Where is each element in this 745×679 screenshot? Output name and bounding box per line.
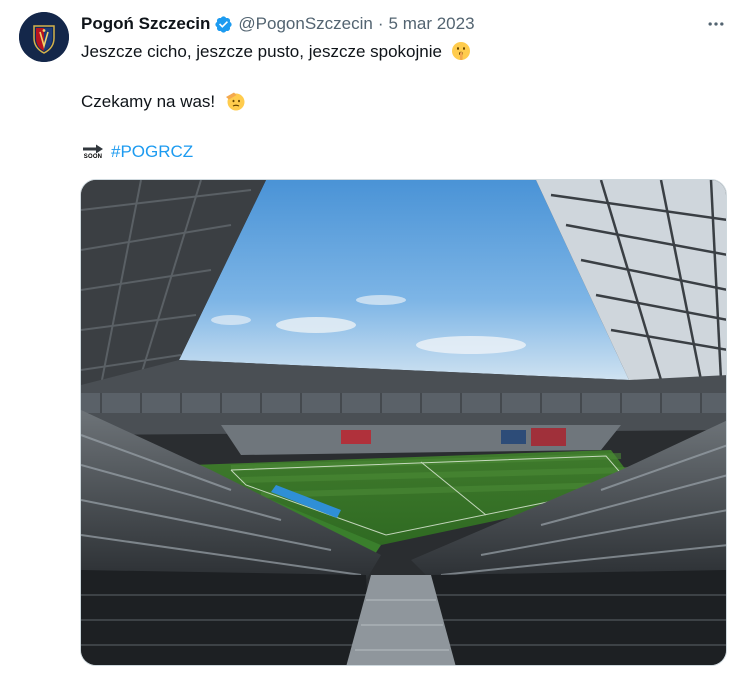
tweet-header: Pogoń Szczecin @PogonSzczecin · 5 mar 20… bbox=[81, 12, 475, 36]
tweet[interactable]: Pogoń Szczecin @PogonSzczecin · 5 mar 20… bbox=[0, 0, 745, 679]
tweet-text: Czekamy na was! bbox=[81, 92, 216, 111]
soon-label: SOON bbox=[83, 153, 103, 160]
separator-dot: · bbox=[377, 14, 384, 33]
tweet-text-line-3: SOON #POGRCZ bbox=[81, 141, 193, 163]
avatar[interactable] bbox=[19, 12, 69, 62]
author-name[interactable]: Pogoń Szczecin bbox=[81, 14, 210, 34]
author-handle[interactable]: @PogonSzczecin bbox=[238, 14, 372, 34]
soon-arrow-emoji: SOON bbox=[81, 144, 105, 161]
verified-badge-icon bbox=[214, 15, 233, 34]
tweet-media-image[interactable] bbox=[80, 179, 727, 666]
shushing-face-emoji bbox=[451, 41, 471, 67]
tweet-text-line-1: Jeszcze cicho, jeszcze pusto, jeszcze sp… bbox=[81, 41, 471, 67]
stadium-photo bbox=[81, 180, 726, 665]
saluting-face-emoji bbox=[224, 91, 246, 117]
tweet-date[interactable]: 5 mar 2023 bbox=[389, 14, 475, 34]
club-crest-icon bbox=[19, 12, 69, 62]
tweet-text-line-2: Czekamy na was! bbox=[81, 91, 246, 117]
more-options-icon[interactable] bbox=[704, 14, 728, 34]
tweet-text: Jeszcze cicho, jeszcze pusto, jeszcze sp… bbox=[81, 42, 442, 61]
arrow-right-icon bbox=[83, 144, 103, 153]
hashtag-link[interactable]: #POGRCZ bbox=[111, 141, 193, 163]
